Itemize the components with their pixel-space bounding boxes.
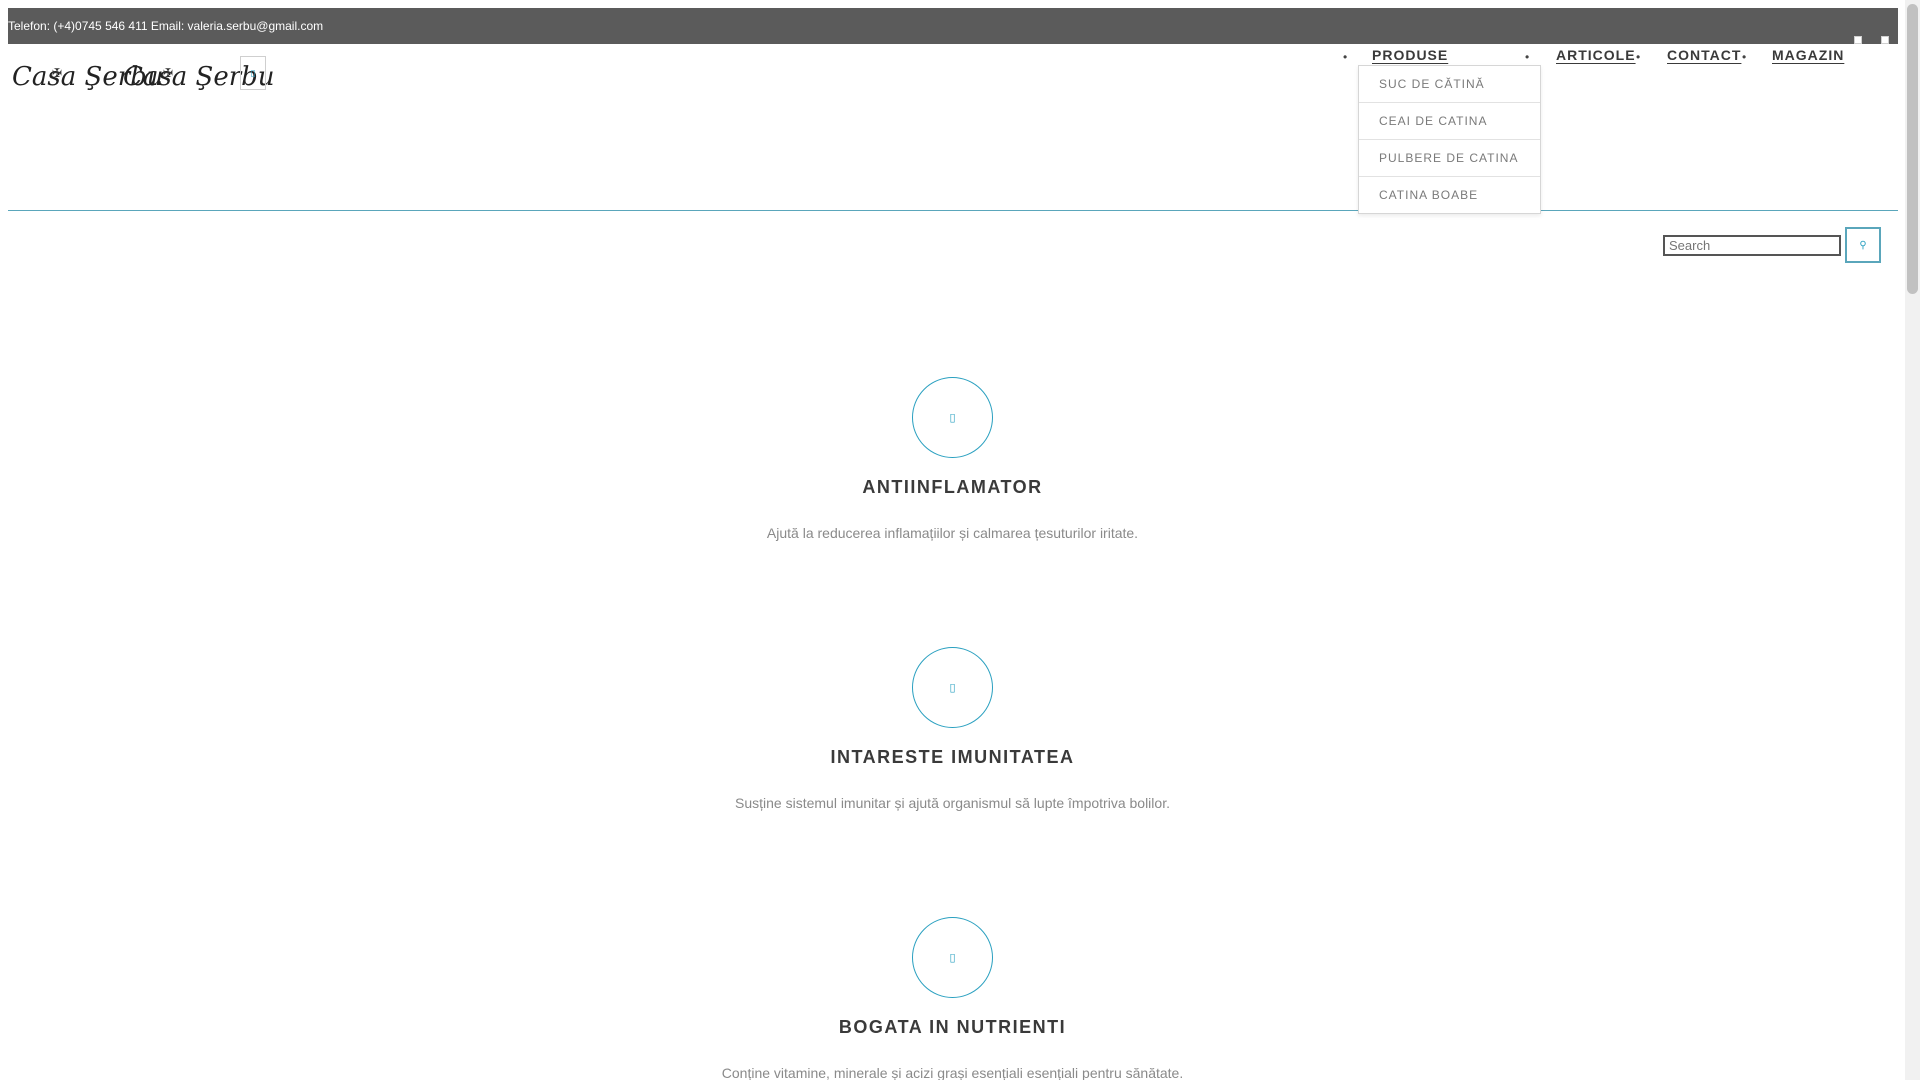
page-scrollbar[interactable]: [1905, 0, 1920, 1080]
main-nav: • PRODUSE • ARTICOLE • CONTACT • MAGAZIN…: [8, 44, 1898, 214]
feature-icon-circle: ▯: [912, 377, 993, 458]
nav-item-produse[interactable]: PRODUSE: [1372, 47, 1448, 63]
feature-icon-circle: ▯: [912, 647, 993, 728]
nav-bullet: •: [1343, 50, 1348, 64]
dropdown-item-boabe[interactable]: CATINA BOABE: [1359, 177, 1540, 213]
nav-item-magazin[interactable]: MAGAZIN: [1772, 47, 1844, 63]
nav-bullet: •: [1742, 50, 1747, 64]
nav-item-contact[interactable]: CONTACT: [1667, 47, 1741, 63]
dropdown-item-pulbere[interactable]: PULBERE DE CATINA: [1359, 140, 1540, 177]
nutrient-icon: ▯: [949, 952, 956, 964]
top-bar: Telefon: (+4)0745 546 411 Email: valeria…: [8, 8, 1898, 44]
feature-description: Ajută la reducerea inflamațiilor și calm…: [766, 525, 1139, 541]
leaf-icon: ▯: [949, 412, 956, 424]
dropdown-item-ceai[interactable]: CEAI DE CATINA: [1359, 103, 1540, 140]
feature-description: Susține sistemul imunitar și ajută organ…: [735, 795, 1170, 811]
search-input[interactable]: [1663, 235, 1841, 256]
shield-icon: ▯: [949, 682, 956, 694]
scrollbar-thumb[interactable]: [1907, 4, 1918, 294]
feature-description: Conține vitamine, minerale și acizi graș…: [721, 1065, 1184, 1080]
feature-title: BOGATA IN NUTRIENTI: [838, 1017, 1067, 1037]
feature-title: INTARESTE IMUNITATEA: [830, 747, 1075, 767]
nav-bullet: •: [1525, 50, 1530, 64]
produse-dropdown: SUC DE CĂTINĂ CEAI DE CATINA PULBERE DE …: [1358, 65, 1541, 214]
social-icon-2[interactable]: [1881, 36, 1889, 44]
dropdown-item-suc[interactable]: SUC DE CĂTINĂ: [1359, 66, 1540, 103]
feature-icon-circle: ▯: [912, 917, 993, 998]
search-button[interactable]: ⚲: [1845, 227, 1881, 263]
search-icon: ⚲: [1859, 239, 1867, 251]
feature-title: ANTIINFLAMATOR: [862, 477, 1043, 497]
social-icon-1[interactable]: [1854, 36, 1862, 44]
nav-bullet: •: [1636, 50, 1641, 64]
contact-info: Telefon: (+4)0745 546 411 Email: valeria…: [8, 19, 324, 33]
nav-item-articole[interactable]: ARTICOLE: [1556, 47, 1636, 63]
page: Telefon: (+4)0745 546 411 Email: valeria…: [0, 0, 1920, 1080]
site-header: ✠ Casa Şerbu ✠ Casa Şerbu ▯ • PRODUSE • …: [8, 44, 1898, 214]
